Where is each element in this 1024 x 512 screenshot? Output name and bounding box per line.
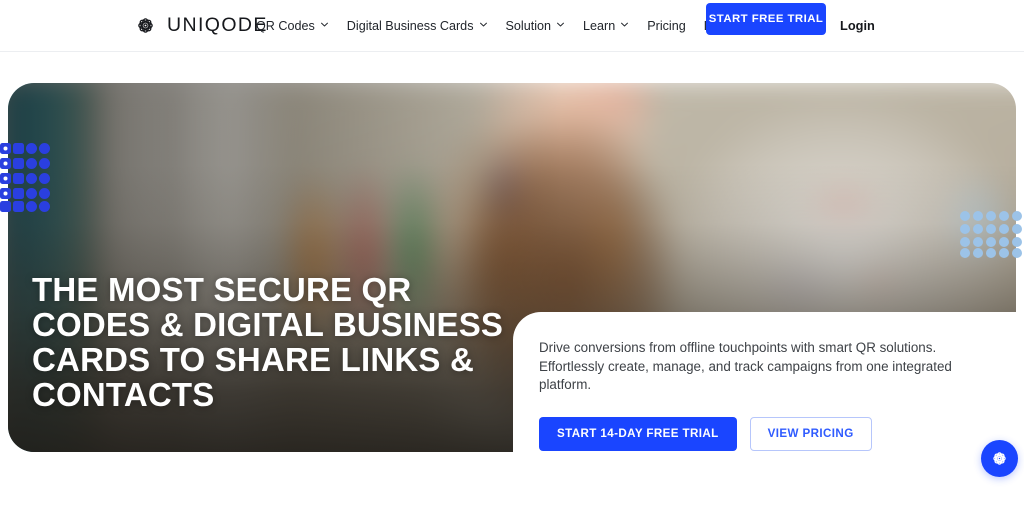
nav-item-solution[interactable]: Solution <box>497 13 575 39</box>
rosette-logo-icon <box>133 13 158 38</box>
start-14-day-free-trial-button[interactable]: START 14-DAY FREE TRIAL <box>539 416 737 451</box>
promo-actions: START 14-DAY FREE TRIAL VIEW PRICING <box>539 416 1024 451</box>
site-header: UNIQODE QR Codes Digital Business Cards … <box>0 0 1024 52</box>
main-navigation: QR Codes Digital Business Cards Solution… <box>256 13 746 39</box>
nav-item-qr-codes[interactable]: QR Codes <box>256 13 338 39</box>
nav-item-learn[interactable]: Learn <box>574 13 638 39</box>
login-link[interactable]: Login <box>840 18 875 33</box>
promo-description: Drive conversions from offline touchpoin… <box>539 340 952 392</box>
nav-label: Learn <box>583 18 616 33</box>
nav-item-pricing[interactable]: Pricing <box>638 13 695 39</box>
chevron-down-icon <box>479 20 488 29</box>
promo-card: Drive conversions from offline touchpoin… <box>513 312 1024 512</box>
qr-dot-pattern-right-icon <box>960 211 1024 258</box>
nav-label: Solution <box>505 18 552 33</box>
hero-section: THE MOST SECURE QR CODES & DIGITAL BUSIN… <box>0 83 1024 512</box>
chevron-down-icon <box>556 20 565 29</box>
brand-logo[interactable]: UNIQODE <box>133 13 268 38</box>
qr-dot-pattern-left-icon <box>0 143 52 212</box>
nav-label: Digital Business Cards <box>346 18 474 33</box>
hero-headline: THE MOST SECURE QR CODES & DIGITAL BUSIN… <box>32 271 504 413</box>
nav-item-digital-business-cards[interactable]: Digital Business Cards <box>338 13 497 39</box>
chevron-down-icon <box>320 20 329 29</box>
chat-widget-button[interactable] <box>981 440 1018 477</box>
nav-label: Pricing <box>647 18 686 33</box>
nav-label: QR Codes <box>256 18 315 33</box>
brand-name: UNIQODE <box>167 14 268 36</box>
rosette-logo-icon <box>989 448 1010 469</box>
start-free-trial-button[interactable]: START FREE TRIAL <box>706 3 826 35</box>
view-pricing-button[interactable]: VIEW PRICING <box>749 416 872 451</box>
chevron-down-icon <box>620 20 629 29</box>
